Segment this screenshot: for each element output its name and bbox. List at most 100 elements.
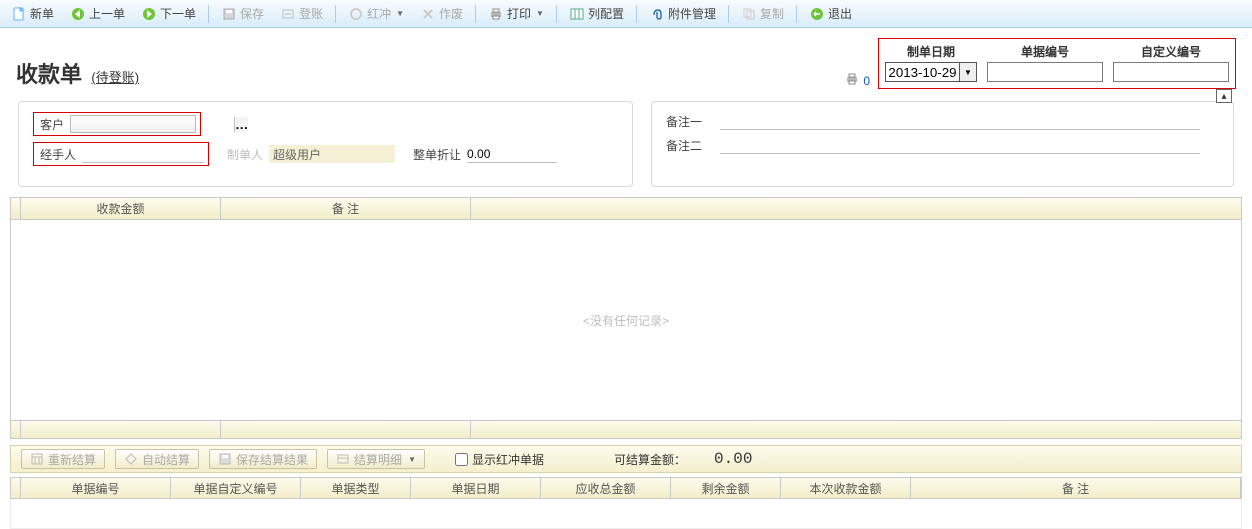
void-button[interactable]: 作废 [413, 2, 470, 25]
grid-col-amount[interactable]: 收款金额 [21, 198, 221, 219]
save-label: 保存 [240, 5, 264, 22]
date-label: 制单日期 [907, 43, 955, 60]
customer-field-box: 客户 … [33, 112, 201, 136]
collapse-header-button[interactable]: ▴ [1216, 89, 1232, 103]
customer-input[interactable] [71, 117, 234, 131]
lgrid-col-remark[interactable]: 备 注 [911, 478, 1241, 498]
recalc-icon [30, 452, 44, 466]
settlement-grid-body [10, 499, 1242, 529]
remark2-label: 备注二 [666, 137, 702, 154]
remark1-input[interactable] [720, 112, 1200, 130]
toolbar-separator [728, 5, 729, 23]
toolbar-separator [796, 5, 797, 23]
recalc-button[interactable]: 重新结算 [21, 449, 105, 469]
title-row: 收款单 (待登账) 0 制单日期 ▼ 单据编号 自定义编号 [0, 28, 1252, 89]
handler-field-box: 经手人 [33, 142, 209, 166]
lgrid-row-selector-head [11, 478, 21, 498]
show-red-checkbox-wrap[interactable]: 显示红冲单据 [455, 451, 544, 468]
save-icon [221, 6, 237, 22]
handler-label: 经手人 [40, 146, 76, 163]
column-config-icon [569, 6, 585, 22]
attach-button[interactable]: 附件管理 [642, 2, 723, 25]
printer-icon [488, 6, 504, 22]
paperclip-icon [649, 6, 665, 22]
mini-print-count: 0 [863, 74, 870, 88]
save-result-button[interactable]: 保存结算结果 [209, 449, 317, 469]
right-form-panel: 备注一 备注二 [651, 101, 1234, 187]
page-status: (待登账) [91, 70, 139, 85]
toolbar-separator [636, 5, 637, 23]
maker-label: 制单人 [227, 146, 263, 163]
copy-label: 复制 [760, 5, 784, 22]
dropdown-icon: ▼ [396, 9, 404, 18]
available-amount-label: 可结算金额： [614, 451, 686, 468]
settle-detail-button[interactable]: 结算明细 ▼ [327, 449, 425, 469]
lgrid-col-docno[interactable]: 单据编号 [21, 478, 171, 498]
grid-col-remark[interactable]: 备 注 [221, 198, 471, 219]
colcfg-button[interactable]: 列配置 [562, 2, 631, 25]
grid-empty-text: <没有任何记录> [583, 312, 669, 329]
settlement-action-bar: 重新结算 自动结算 保存结算结果 结算明细 ▼ 显示红冲单据 可结算金额： 0.… [10, 445, 1242, 473]
colcfg-label: 列配置 [588, 5, 624, 22]
lgrid-col-custno[interactable]: 单据自定义编号 [171, 478, 301, 498]
maker-value: 超级用户 [269, 145, 395, 163]
settle-detail-label: 结算明细 [354, 451, 402, 468]
arrow-left-icon [70, 6, 86, 22]
post-icon [280, 6, 296, 22]
auto-settle-icon [124, 452, 138, 466]
save-button[interactable]: 保存 [214, 2, 271, 25]
lgrid-col-doctype[interactable]: 单据类型 [301, 478, 411, 498]
arrow-right-icon [141, 6, 157, 22]
show-red-label: 显示红冲单据 [472, 451, 544, 468]
recalc-label: 重新结算 [48, 451, 96, 468]
next-doc-label: 下一单 [160, 5, 196, 22]
date-input[interactable] [885, 62, 959, 82]
custno-input[interactable] [1113, 62, 1229, 82]
page-title: 收款单 [16, 62, 82, 87]
show-red-checkbox[interactable] [455, 453, 468, 466]
auto-settle-label: 自动结算 [142, 451, 190, 468]
lgrid-col-remain[interactable]: 剩余金额 [671, 478, 781, 498]
next-doc-button[interactable]: 下一单 [134, 2, 203, 25]
dropdown-icon: ▼ [536, 9, 544, 18]
printer-icon [845, 72, 859, 89]
lgrid-col-thispay[interactable]: 本次收款金额 [781, 478, 911, 498]
exit-button[interactable]: 退出 [802, 2, 859, 25]
payment-grid: 收款金额 备 注 <没有任何记录> [10, 197, 1242, 439]
available-amount-value: 0.00 [714, 450, 752, 468]
customer-lookup-button[interactable]: … [234, 117, 248, 132]
discount-input[interactable] [467, 145, 557, 163]
prev-doc-label: 上一单 [89, 5, 125, 22]
remark2-input[interactable] [720, 136, 1200, 154]
grid-footer-selector [11, 421, 21, 438]
customer-label: 客户 [40, 116, 64, 133]
exit-icon [809, 6, 825, 22]
toolbar-separator [335, 5, 336, 23]
copy-icon [741, 6, 757, 22]
red-cancel-icon [348, 6, 364, 22]
prev-doc-button[interactable]: 上一单 [63, 2, 132, 25]
print-label: 打印 [507, 5, 531, 22]
page-title-wrap: 收款单 (待登账) [16, 57, 139, 89]
print-button[interactable]: 打印 ▼ [481, 2, 551, 25]
handler-input[interactable] [82, 145, 204, 163]
new-doc-icon [11, 6, 27, 22]
post-button[interactable]: 登账 [273, 2, 330, 25]
mini-print[interactable]: 0 [845, 72, 870, 89]
new-doc-button[interactable]: 新单 [4, 2, 61, 25]
lgrid-col-receivable[interactable]: 应收总金额 [541, 478, 671, 498]
header-info-box: 制单日期 ▼ 单据编号 自定义编号 [878, 38, 1236, 89]
attach-label: 附件管理 [668, 5, 716, 22]
main-toolbar: 新单 上一单 下一单 保存 登账 红冲 ▼ 作废 [0, 0, 1252, 28]
toolbar-separator [556, 5, 557, 23]
copy-button[interactable]: 复制 [734, 2, 791, 25]
docno-label: 单据编号 [1021, 43, 1069, 60]
chevron-up-icon: ▴ [1221, 91, 1226, 102]
auto-settle-button[interactable]: 自动结算 [115, 449, 199, 469]
toolbar-separator [208, 5, 209, 23]
date-picker-button[interactable]: ▼ [959, 62, 977, 82]
docno-input[interactable] [987, 62, 1103, 82]
red-button[interactable]: 红冲 ▼ [341, 2, 411, 25]
lgrid-col-docdate[interactable]: 单据日期 [411, 478, 541, 498]
void-label: 作废 [439, 5, 463, 22]
